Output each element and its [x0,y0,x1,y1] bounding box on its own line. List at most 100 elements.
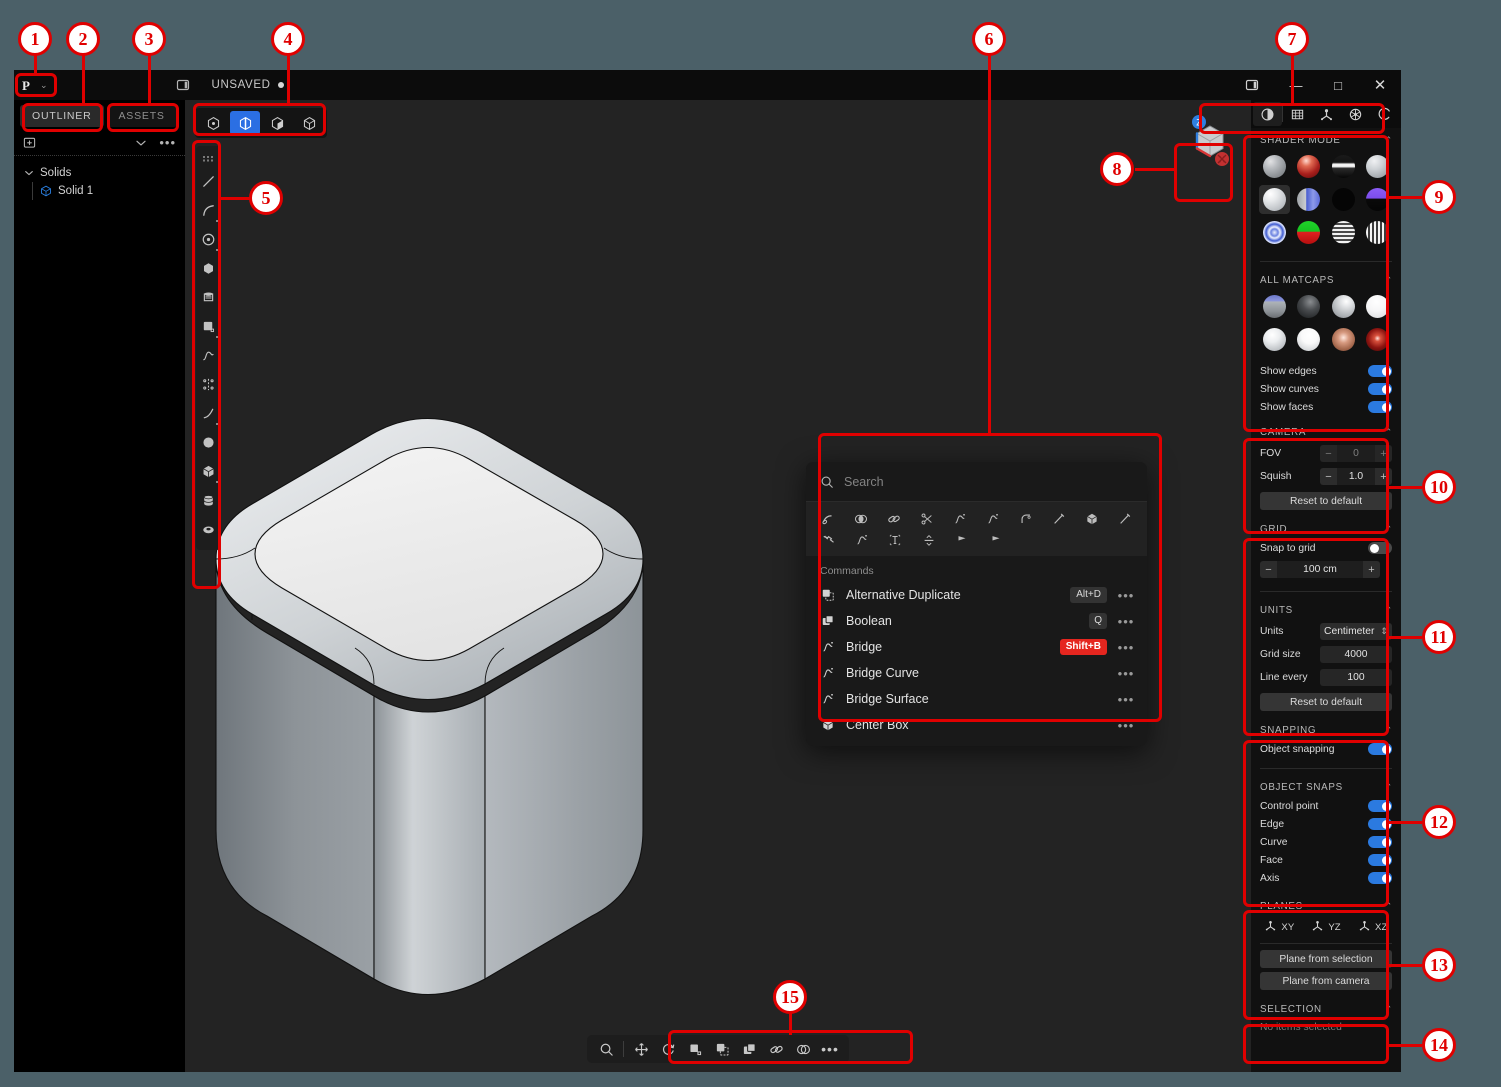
toggle-switch[interactable] [1368,401,1392,413]
face-select-icon[interactable] [262,111,292,135]
fov-increment-button[interactable]: + [1375,445,1392,462]
circle-icon[interactable] [196,225,221,254]
rotate-icon[interactable] [655,1036,681,1062]
snap-icon[interactable] [1341,102,1370,126]
plane-icon[interactable] [1312,102,1341,126]
more-icon[interactable]: ••• [817,1036,843,1062]
command-more-icon[interactable]: ••• [1117,666,1135,681]
grid-increment-button[interactable]: + [1363,561,1380,578]
command-palette[interactable]: Commands Alternative Duplicate Alt+D •••… [806,462,1147,746]
command-row-bridge-surface[interactable]: Bridge Surface ••• [806,686,1147,712]
tab-outliner[interactable]: OUTLINER [20,105,104,127]
point-select-icon[interactable] [198,111,228,135]
move-icon[interactable] [628,1036,654,1062]
edge-select-icon[interactable] [230,111,260,135]
fov-value[interactable]: 0 [1337,445,1375,462]
close-button[interactable]: ✕ [1359,70,1401,100]
matcap-pure-black[interactable] [1328,185,1359,214]
matcap-blue-checker-half[interactable] [1294,185,1325,214]
mirror-icon[interactable] [196,370,221,399]
view-orientation-gizmo[interactable]: Z X [1181,112,1239,170]
plane-yz-button[interactable]: YZ [1304,919,1349,935]
plane-xy-button[interactable]: XY [1257,919,1302,935]
all-matcaps-header[interactable]: ALL MATCAPS ⌃ [1251,268,1401,290]
toggle-snap-control-point[interactable]: Control point [1251,797,1401,815]
search-icon[interactable] [593,1036,619,1062]
matcap-purple-black[interactable] [1363,185,1394,214]
line-icon[interactable] [196,167,221,196]
matcap-green-red[interactable] [1294,218,1325,247]
toggle-switch[interactable] [1368,743,1392,755]
toggle-snap-face[interactable]: Face [1251,851,1401,869]
line-every-input[interactable]: 100 [1320,669,1392,686]
matcap-vertical-stripes[interactable] [1363,218,1394,247]
matcap-silver[interactable] [1328,292,1359,321]
duplicate-dashed-icon[interactable] [709,1036,735,1062]
toggle-show-curves[interactable]: Show curves [1251,380,1401,398]
offset-line-icon[interactable] [1042,508,1075,529]
command-row-bridge[interactable]: Bridge Shift+B ••• [806,634,1147,660]
hammer-icon[interactable] [812,529,845,550]
toggle-switch[interactable] [1368,872,1392,884]
chevron-up-icon[interactable]: ⌃ [1385,275,1393,286]
right-panel-toggle-icon[interactable] [1229,78,1275,92]
fov-stepper[interactable]: − 0 + [1320,445,1392,462]
pipe-icon[interactable] [1108,508,1141,529]
planes-header[interactable]: PLANES ⌃ [1251,894,1401,916]
chevron-up-icon[interactable]: ⌃ [1385,135,1393,146]
command-more-icon[interactable]: ••• [1117,692,1135,707]
plane-from-selection-button[interactable]: Plane from selection [1260,950,1392,968]
command-row-boolean[interactable]: Boolean Q ••• [806,608,1147,634]
left-panel-toggle-icon[interactable] [176,78,190,92]
matcap-horizontal-stripes[interactable] [1328,218,1359,247]
toggle-snap-axis[interactable]: Axis [1251,869,1401,887]
grid-size-value[interactable]: 100 cm [1277,561,1363,578]
chain-icon[interactable] [763,1036,789,1062]
solid-select-icon[interactable] [294,111,324,135]
polygon-icon[interactable] [196,254,221,283]
grid-decrement-button[interactable]: − [1260,561,1277,578]
command-row-center-box[interactable]: Center Box ••• [806,712,1147,738]
arc-icon[interactable] [196,399,221,428]
chevron-down-icon[interactable] [24,168,34,178]
matcap-red-dotted[interactable] [1294,152,1325,181]
toggle-object-snapping[interactable]: Object snapping [1251,740,1401,758]
matcap-dark-red-glow[interactable] [1363,325,1394,354]
selection-icon[interactable] [1370,102,1399,126]
squish-decrement-button[interactable]: − [1320,468,1337,485]
sphere-icon[interactable] [196,428,221,457]
grid-size-stepper[interactable]: − 100 cm + [1260,561,1392,578]
matcap-blue-pattern[interactable] [1259,218,1290,247]
toggle-switch[interactable] [1368,800,1392,812]
chevron-up-icon[interactable]: ⌃ [1385,725,1393,736]
object-snaps-header[interactable]: OBJECT SNAPS ⌃ [1251,775,1401,797]
camera-header[interactable]: CAMERA ⌃ [1251,420,1401,442]
duplicate-icon[interactable] [736,1036,762,1062]
matcap-white-matte[interactable] [1363,292,1394,321]
squish-value[interactable]: 1.0 [1337,468,1375,485]
collapse-all-icon[interactable] [135,137,147,149]
toggle-switch[interactable] [1368,854,1392,866]
torus-icon[interactable] [196,515,221,544]
tab-assets[interactable]: ASSETS [106,105,177,127]
chevron-up-icon[interactable]: ⌃ [1385,901,1393,912]
command-row-bridge-curve[interactable]: Bridge Curve ••• [806,660,1147,686]
grid-size-input[interactable]: 4000 [1320,646,1392,663]
sweep-icon[interactable] [812,508,845,529]
rectangle-icon[interactable] [196,312,221,341]
fov-decrement-button[interactable]: − [1320,445,1337,462]
matcap-blue-speckled[interactable] [1259,292,1290,321]
grip-handle-icon[interactable] [196,151,221,167]
toggle-show-faces[interactable]: Show faces [1251,398,1401,416]
shader-mode-header[interactable]: SHADER MODE ⌃ [1251,128,1401,150]
chevron-up-icon[interactable]: ⌃ [1385,605,1393,616]
toggle-switch[interactable] [1368,365,1392,377]
bridge-surface-icon[interactable] [845,529,878,550]
matcap-white-chrome[interactable] [1259,185,1290,214]
divide-icon[interactable] [912,529,945,550]
cylinder-sketch-icon[interactable] [196,283,221,312]
matcap-copper-speckled[interactable] [1328,325,1359,354]
maximize-button[interactable]: □ [1317,70,1359,100]
toggle-snap-to-grid[interactable]: Snap to grid [1251,539,1401,557]
selection-header[interactable]: SELECTION ⌃ [1251,997,1401,1019]
